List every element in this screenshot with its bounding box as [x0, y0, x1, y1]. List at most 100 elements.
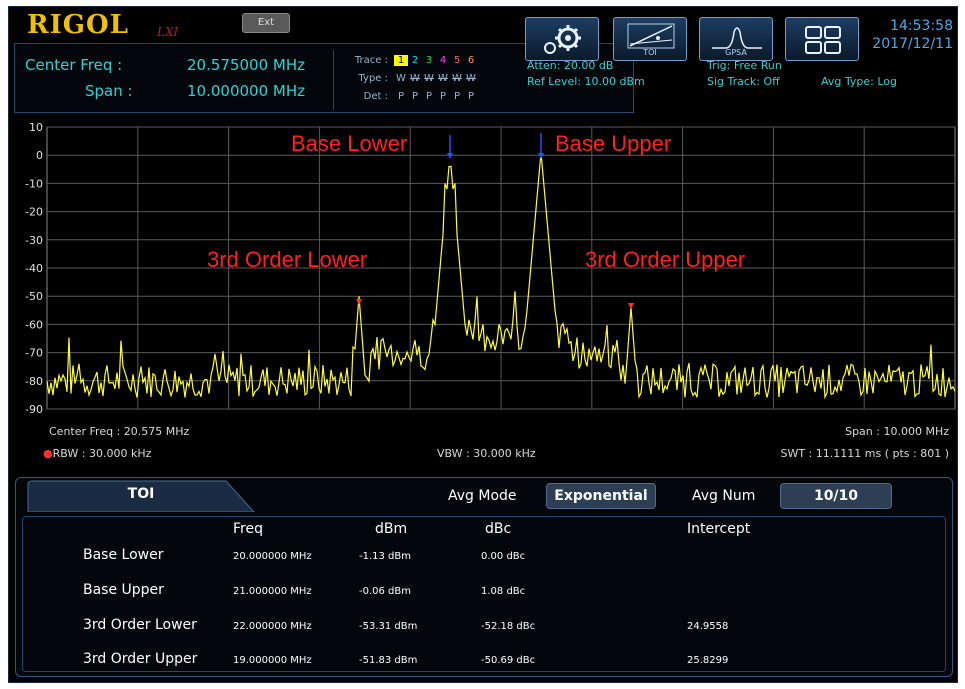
- trace-type: W: [438, 72, 448, 84]
- row-label: Base Lower: [83, 547, 164, 563]
- y-tick-label: -50: [25, 290, 43, 303]
- trace-type: W: [424, 72, 434, 84]
- trace-det: P: [425, 90, 433, 102]
- marker-label-base-lower: Base Lower: [291, 131, 408, 156]
- trace-label: Trace :: [354, 54, 388, 66]
- graticule: [46, 126, 956, 410]
- row-dbc: 1.08 dBc: [481, 586, 526, 597]
- layout-button[interactable]: [785, 17, 859, 61]
- toi-table: Freq dBm dBc Intercept Base Lower 20.000…: [22, 516, 946, 672]
- span-label: Span :: [85, 82, 133, 100]
- y-tick-label: -40: [25, 262, 43, 275]
- trace-det: P: [411, 90, 419, 102]
- trace-number[interactable]: 6: [464, 55, 478, 66]
- col-header-dbc: dBc: [485, 521, 512, 537]
- settings-button[interactable]: [525, 17, 599, 61]
- trace-number[interactable]: 2: [408, 55, 422, 66]
- avg-mode-select[interactable]: Exponential: [546, 483, 656, 509]
- footer-rbw: ●RBW : 30.000 kHz: [43, 447, 151, 460]
- trace-type: W: [396, 72, 406, 84]
- toi-tab-label: TOI: [127, 486, 155, 502]
- trace-number[interactable]: 1: [394, 54, 408, 66]
- row-freq: 21.000000 MHz: [233, 586, 312, 597]
- gpsa-button[interactable]: GPSA: [699, 17, 773, 61]
- measurement-status: Atten: 20.00 dB Ref Level: 10.00 dBm Tri…: [519, 59, 957, 111]
- trace-type: W: [466, 72, 476, 84]
- ext-button[interactable]: Ext: [242, 13, 290, 33]
- window-layout-icon: [805, 26, 841, 54]
- clock-time: 14:53:58: [890, 18, 953, 34]
- row-dbm: -51.83 dBm: [359, 655, 418, 666]
- toi-tab[interactable]: TOI: [26, 480, 256, 513]
- marker-label-3rd-lower: 3rd Order Lower: [207, 247, 368, 272]
- y-tick-label: 0: [36, 149, 43, 162]
- y-axis-ticks: 10 0 -10 -20 -30 -40 -50 -60 -70 -80 -90: [25, 121, 43, 416]
- footer-span: Span : 10.000 MHz: [845, 425, 949, 438]
- clock-date: 2017/12/11: [872, 36, 953, 52]
- row-dbc: -50.69 dBc: [481, 655, 536, 666]
- gear-icon: [544, 25, 581, 54]
- y-tick-label: -80: [25, 375, 43, 388]
- marker-3rd-upper[interactable]: [628, 303, 634, 309]
- center-freq-value[interactable]: 20.575000 MHz: [187, 56, 305, 74]
- col-header-intercept: Intercept: [687, 521, 751, 537]
- toi-button-label: TOI: [643, 48, 657, 57]
- trace-number[interactable]: 3: [422, 55, 436, 66]
- avg-num-field[interactable]: 10/10: [780, 483, 892, 509]
- trace-type: W: [410, 72, 420, 84]
- row-label: Base Upper: [83, 582, 164, 598]
- y-tick-label: -10: [25, 177, 43, 190]
- det-label: Det :: [363, 90, 388, 102]
- rbw-indicator-icon: ●: [43, 447, 53, 460]
- trace-number-row: Trace : 1 2 3 4 5 6: [340, 52, 478, 68]
- col-header-freq: Freq: [233, 521, 263, 537]
- sig-track-status[interactable]: Sig Track: Off: [707, 75, 780, 88]
- span-value[interactable]: 10.000000 MHz: [187, 82, 305, 100]
- y-tick-label: -70: [25, 347, 43, 360]
- row-freq: 19.000000 MHz: [233, 655, 312, 666]
- footer-center-freq: Center Freq : 20.575 MHz: [49, 425, 190, 438]
- y-tick-label: 10: [29, 121, 43, 134]
- row-label: 3rd Order Lower: [83, 617, 197, 633]
- row-label: 3rd Order Upper: [83, 651, 198, 667]
- trace-det: P: [397, 90, 405, 102]
- row-dbm: -53.31 dBm: [359, 621, 418, 632]
- y-tick-label: -20: [25, 206, 43, 219]
- footer-swt: SWT : 11.1111 ms ( pts : 801 ): [780, 447, 949, 460]
- y-tick-label: -30: [25, 234, 43, 247]
- footer-rbw-text: RBW : 30.000 kHz: [52, 447, 152, 460]
- center-freq-label: Center Freq :: [25, 56, 123, 74]
- row-dbm: -0.06 dBm: [359, 586, 412, 597]
- analyzer-screen: RIGOL LXI Ext Center Freq : 20.575000 MH…: [8, 6, 958, 683]
- row-dbc: 0.00 dBc: [481, 551, 526, 562]
- type-label: Type :: [358, 72, 388, 84]
- y-tick-label: -90: [25, 403, 43, 416]
- row-dbm: -1.13 dBm: [359, 551, 412, 562]
- avg-type-status[interactable]: Avg Type: Log: [821, 75, 897, 88]
- trace-number[interactable]: 4: [436, 55, 450, 66]
- marker-label-base-upper: Base Upper: [555, 131, 672, 156]
- trace-number[interactable]: 5: [450, 55, 464, 66]
- avg-mode-label: Avg Mode: [448, 488, 517, 504]
- spectrum-graph[interactable]: 10 0 -10 -20 -30 -40 -50 -60 -70 -80 -90 Base Lowe…: [9, 119, 958, 424]
- marker-label-3rd-upper: 3rd Order Upper: [585, 247, 746, 272]
- trace-det: P: [453, 90, 461, 102]
- y-tick-label: -60: [25, 318, 43, 331]
- spectrum-plot[interactable]: 10 0 -10 -20 -30 -40 -50 -60 -70 -80 -90: [9, 119, 958, 424]
- gpsa-button-label: GPSA: [725, 48, 747, 57]
- trace-det-row: Det : P P P P P P: [340, 88, 478, 104]
- col-header-dbm: dBm: [375, 521, 408, 537]
- trace-det: P: [467, 90, 475, 102]
- marker-3rd-lower[interactable]: [356, 299, 362, 305]
- footer-vbw: VBW : 30.000 kHz: [437, 447, 536, 460]
- trace-table[interactable]: Trace : 1 2 3 4 5 6 Type : W W W W W W D…: [333, 50, 511, 110]
- rigol-logo: RIGOL: [27, 10, 129, 40]
- trace-type: W: [452, 72, 462, 84]
- row-intercept: 24.9558: [687, 621, 729, 632]
- clock: 14:53:58 2017/12/11: [872, 17, 953, 53]
- row-intercept: 25.8299: [687, 655, 729, 666]
- toi-results-panel: TOI Avg Mode Exponential Avg Num 10/10 F…: [15, 477, 953, 677]
- ref-level-status[interactable]: Ref Level: 10.00 dBm: [527, 75, 645, 88]
- toi-button[interactable]: TOI: [613, 17, 687, 61]
- avg-num-label: Avg Num: [692, 488, 756, 504]
